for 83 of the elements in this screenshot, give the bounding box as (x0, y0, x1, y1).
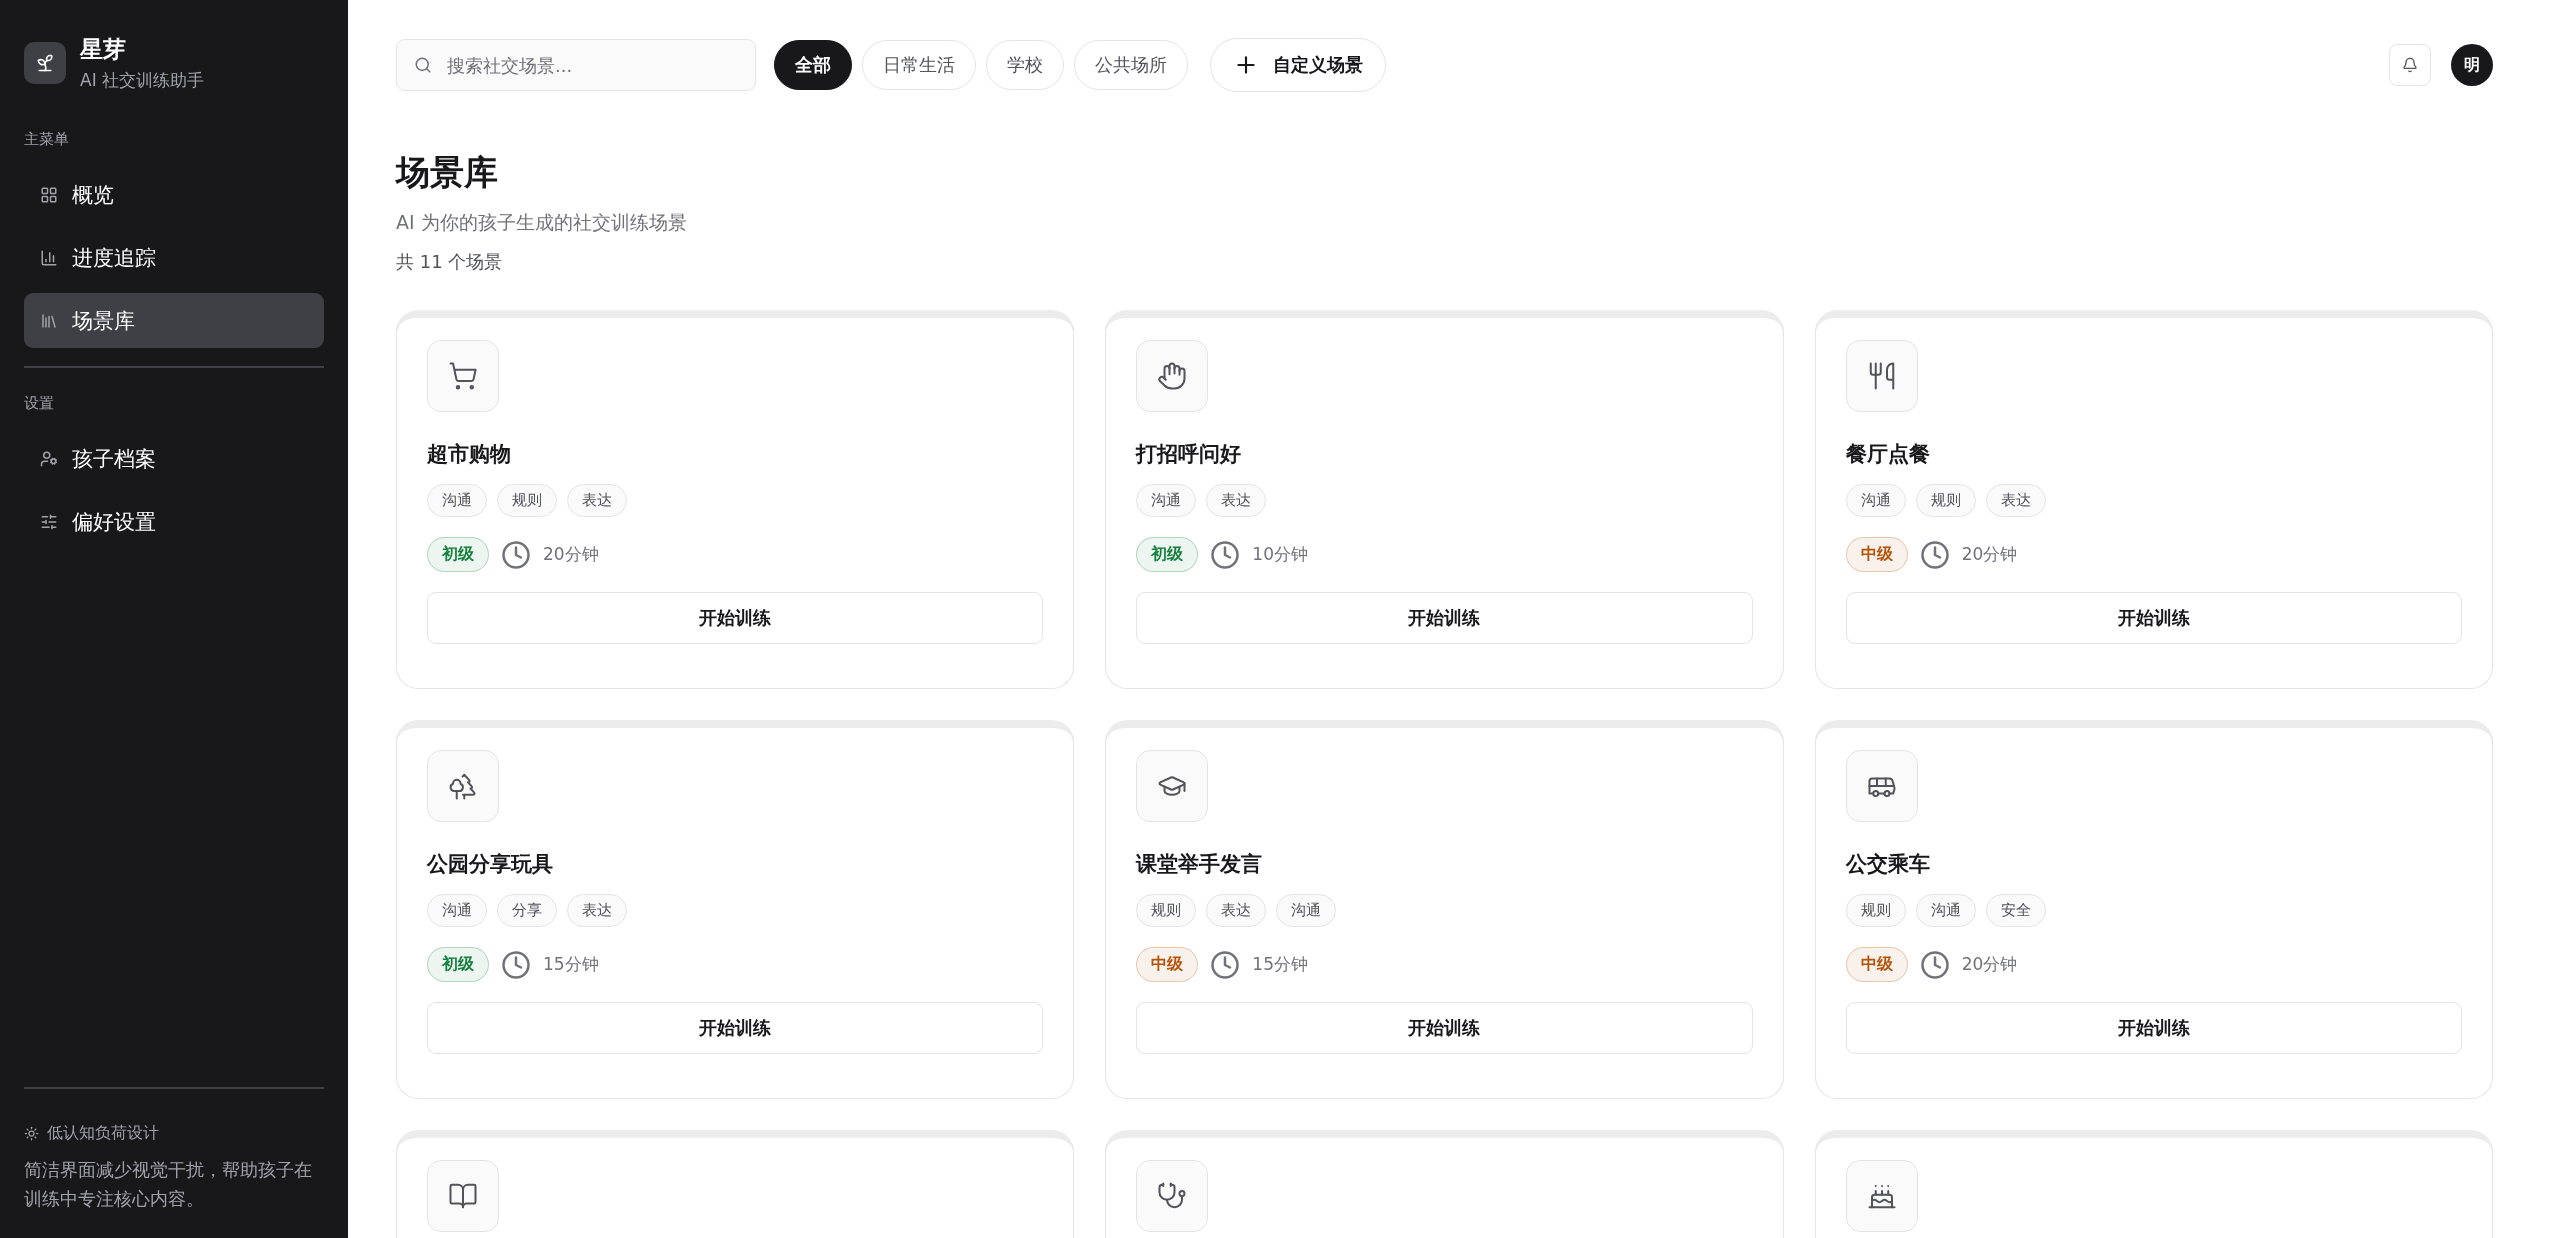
footer-title: 低认知负荷设计 (47, 1123, 159, 1145)
skill-tag: 表达 (567, 894, 627, 927)
page-title: 场景库 (396, 151, 499, 194)
search-field[interactable]: 搜索社交场景... (396, 39, 756, 91)
difficulty-badge: 中级 (1845, 537, 1908, 572)
page-subtitle: AI 为你的孩子生成的社交训练场景 (396, 210, 688, 235)
filter-chip[interactable]: 全部 (774, 40, 852, 90)
start-training-button[interactable]: 开始训练 (427, 1002, 1044, 1054)
scene-title: 课堂举手发言 (1136, 851, 1263, 878)
skill-tag: 表达 (1985, 484, 2046, 517)
nav-item[interactable]: 偏好设置 (24, 494, 324, 549)
clock-icon (501, 949, 531, 980)
sprout-icon (24, 42, 66, 84)
sun-icon (24, 1126, 39, 1142)
skill-tag: 沟通 (1276, 894, 1337, 927)
skill-tag: 沟通 (1136, 484, 1197, 517)
cart-icon (448, 361, 478, 391)
section-heading: 主菜单 (24, 130, 70, 149)
difficulty-badge: 初级 (427, 947, 489, 982)
search-icon (414, 56, 432, 74)
user-gear-icon (40, 449, 58, 468)
brand-name: 星芽 (80, 35, 127, 64)
nav-item[interactable]: 进度追踪 (24, 230, 324, 285)
skill-tag: 安全 (1985, 894, 2046, 927)
clock-icon (1919, 949, 1950, 980)
filter-chip[interactable]: 公共场所 (1074, 40, 1188, 90)
filter-chip[interactable]: 学校 (986, 40, 1064, 90)
skill-tag: 表达 (1206, 894, 1267, 927)
clock-icon (1919, 539, 1950, 570)
bell-icon (2402, 57, 2418, 73)
duration-text: 20分钟 (1961, 543, 2018, 566)
scene-title: 公交乘车 (1845, 851, 1930, 878)
clock-icon (501, 539, 531, 570)
library-icon (40, 311, 58, 330)
duration-text: 20分钟 (543, 543, 599, 566)
grid-icon (40, 185, 58, 204)
skill-tag: 规则 (497, 484, 557, 517)
nav-item[interactable]: 孩子档案 (24, 431, 324, 486)
skill-tag: 分享 (497, 894, 557, 927)
skill-tag: 规则 (1915, 484, 1976, 517)
scene-title: 公园分享玩具 (427, 851, 553, 878)
duration-text: 15分钟 (1252, 953, 1308, 976)
duration-text: 20分钟 (1961, 953, 2018, 976)
skill-tag: 规则 (1845, 894, 1906, 927)
sliders-icon (40, 512, 58, 531)
filter-chip[interactable]: 日常生活 (862, 40, 976, 90)
duration-text: 15分钟 (543, 953, 599, 976)
skill-tag: 沟通 (427, 894, 487, 927)
stethoscope-icon (1157, 1181, 1188, 1211)
section-heading: 设置 (24, 394, 55, 413)
skill-tag: 沟通 (1845, 484, 1906, 517)
footer-text: 简洁界面减少视觉干扰，帮助孩子在训练中专注核心内容。 (24, 1158, 313, 1212)
start-training-button[interactable]: 开始训练 (427, 592, 1044, 644)
difficulty-badge: 中级 (1136, 947, 1199, 982)
nav-item[interactable]: 概览 (24, 167, 324, 222)
skill-tag: 规则 (1136, 894, 1197, 927)
scene-title: 打招呼问好 (1136, 441, 1242, 468)
start-training-button[interactable]: 开始训练 (1845, 1002, 2462, 1054)
custom-scene-button[interactable]: 自定义场景 (1210, 38, 1386, 92)
notification-button[interactable] (2389, 44, 2431, 86)
skill-tag: 表达 (567, 484, 627, 517)
duration-text: 10分钟 (1252, 543, 1308, 566)
nav-item[interactable]: 场景库 (24, 293, 324, 348)
start-training-button[interactable]: 开始训练 (1136, 592, 1753, 644)
scene-title: 餐厅点餐 (1845, 441, 1930, 468)
scene-title: 超市购物 (427, 441, 511, 468)
book-icon (448, 1181, 478, 1211)
bar-chart-icon (40, 248, 58, 267)
start-training-button[interactable]: 开始训练 (1845, 592, 2462, 644)
avatar[interactable]: 明 (2451, 44, 2493, 86)
trees-icon (448, 771, 478, 801)
clock-icon (1210, 949, 1241, 980)
skill-tag: 表达 (1206, 484, 1267, 517)
scene-count: 共 11 个场景 (396, 250, 504, 274)
skill-tag: 沟通 (427, 484, 487, 517)
difficulty-badge: 初级 (1136, 537, 1199, 572)
brand-tagline: AI 社交训练助手 (80, 69, 205, 92)
hand-icon (1157, 361, 1188, 391)
skill-tag: 沟通 (1915, 894, 1976, 927)
clock-icon (1210, 539, 1241, 570)
start-training-button[interactable]: 开始训练 (1136, 1002, 1753, 1054)
difficulty-badge: 中级 (1845, 947, 1908, 982)
difficulty-badge: 初级 (427, 537, 489, 572)
